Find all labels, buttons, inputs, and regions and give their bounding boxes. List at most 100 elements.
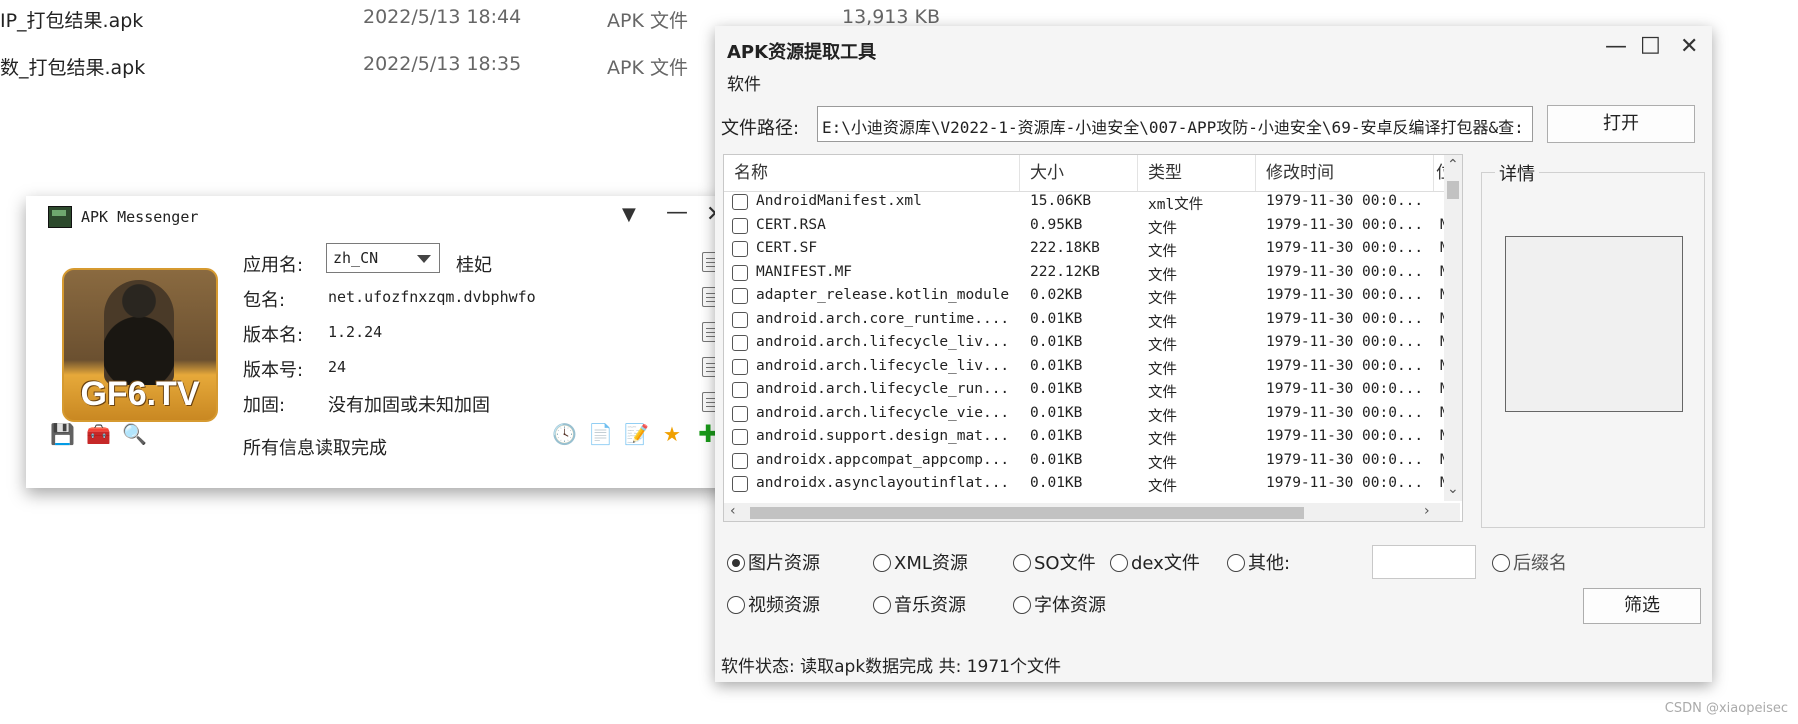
row-checkbox[interactable] (732, 335, 748, 351)
table-row[interactable]: android.arch.lifecycle_liv... 0.01KB 文件 197… (724, 356, 1448, 380)
radio-label: 后缀名 (1513, 553, 1567, 574)
cell-type: 文件 (1148, 385, 1177, 401)
table-row[interactable]: android.arch.lifecycle_vie... 0.01KB 文件 197… (724, 403, 1448, 427)
version-code-value: 24 (328, 358, 347, 376)
cell-modified: 1979-11-30 00:0... (1266, 357, 1424, 374)
radio-dot (727, 596, 745, 614)
vertical-scrollbar[interactable]: ⌃ ⌄ (1444, 155, 1462, 501)
row-checkbox[interactable] (732, 241, 748, 257)
radio-dex-files[interactable]: dex文件 (1110, 549, 1200, 575)
scroll-right-icon[interactable]: › (1424, 503, 1430, 519)
row-checkbox[interactable] (732, 476, 748, 492)
scroll-left-icon[interactable]: ‹ (730, 503, 736, 519)
android-package-icon[interactable]: 📄 (588, 422, 613, 446)
file-path-label: 文件路径: (721, 118, 800, 139)
cell-name: android.arch.core_runtime.... (756, 310, 1010, 327)
row-checkbox[interactable] (732, 264, 748, 281)
column-type[interactable]: 类型 (1138, 155, 1256, 191)
cell-size: 0.01KB (1030, 334, 1083, 350)
cell-modified: 1979-11-30 00:0... (1266, 193, 1424, 209)
row-checkbox[interactable] (732, 382, 748, 398)
row-checkbox[interactable] (732, 405, 748, 422)
clock-icon[interactable]: 🕓 (552, 422, 577, 446)
radio-audio-resources[interactable]: 音乐资源 (873, 591, 966, 617)
window-title: APK Messenger (81, 208, 199, 226)
other-extension-input[interactable] (1372, 545, 1476, 579)
row-checkbox[interactable] (732, 217, 748, 234)
table-row[interactable]: androidx.appcompat_appcomp... 0.01KB 文件 197… (724, 450, 1448, 474)
open-button[interactable]: 打开 (1547, 105, 1695, 143)
minimize-button[interactable]: — (1605, 34, 1627, 59)
scroll-thumb[interactable] (1447, 181, 1459, 199)
cell-type: 文件 (1148, 267, 1177, 284)
table-row[interactable]: android.arch.core_runtime.... 0.01KB 文件 197… (724, 309, 1448, 333)
table-row[interactable]: CERT.RSA0.95KB文件1979-11-30 00:0...MI (724, 215, 1448, 239)
table-row[interactable]: MANIFEST.MF222.12KB文件1979-11-30 00:0...M… (724, 262, 1448, 286)
cell-type: 文件 (1148, 361, 1177, 378)
cell-modified: 1979-11-30 00:0... (1266, 404, 1424, 421)
column-modified[interactable]: 修改时间 (1256, 155, 1434, 191)
app-logo-icon (48, 206, 72, 228)
column-size[interactable]: 大小 (1020, 155, 1138, 191)
table-row[interactable]: android.arch.lifecycle_liv... 0.01KB 文件 197… (724, 332, 1448, 356)
column-name[interactable]: 名称 (724, 155, 1020, 191)
row-checkbox[interactable] (732, 311, 748, 328)
version-name-value: 1.2.24 (328, 323, 383, 341)
filter-button[interactable]: 筛选 (1583, 588, 1701, 624)
table-header: 名称 大小 类型 修改时间 位 (724, 155, 1460, 192)
scroll-thumb[interactable] (750, 507, 1304, 519)
radio-label: 音乐资源 (894, 595, 966, 616)
minimize-button[interactable]: — (666, 200, 688, 225)
radio-dot (727, 554, 745, 572)
radio-so-files[interactable]: SO文件 (1013, 549, 1096, 575)
close-button[interactable]: ✕ (1680, 34, 1698, 59)
table-row[interactable]: android.arch.lifecycle_run... 0.01KB 文件 197… (724, 379, 1448, 403)
row-checkbox[interactable] (732, 288, 748, 304)
table-row[interactable]: CERT.SF222.18KB文件1979-11-30 00:0...MI (724, 238, 1448, 262)
cell-name: android.support.design_mat... (756, 428, 1010, 444)
row-checkbox[interactable] (732, 358, 748, 375)
radio-other[interactable]: 其他: (1227, 549, 1290, 575)
radio-label: dex文件 (1131, 553, 1200, 574)
cell-type: 文件 (1148, 338, 1177, 354)
row-checkbox[interactable] (732, 452, 748, 469)
row-checkbox[interactable] (732, 429, 748, 445)
toolbox-icon[interactable]: 🧰 (86, 422, 111, 446)
file-date: 2022/5/13 18:35 (363, 53, 522, 75)
dropdown-menu-icon[interactable]: ▼ (622, 204, 636, 225)
cell-type: 文件 (1148, 408, 1177, 425)
watermark: CSDN @xiaopeisec (1664, 701, 1788, 716)
menu-software[interactable]: 软件 (727, 70, 761, 95)
file-path-input[interactable]: E:\小迪资源库\V2022-1-资源库-小迪安全\007-APP攻防-小迪安全… (817, 106, 1533, 142)
row-checkbox[interactable] (732, 194, 748, 210)
horizontal-scrollbar[interactable]: ‹ › (724, 503, 1460, 521)
radio-image-resources[interactable]: 图片资源 (727, 549, 820, 575)
radio-font-resources[interactable]: 字体资源 (1013, 591, 1106, 617)
save-icon[interactable]: 💾 (50, 422, 75, 446)
search-icon[interactable]: 🔍 (122, 422, 147, 446)
radio-label: 其他: (1248, 553, 1291, 574)
cell-size: 0.01KB (1030, 357, 1083, 374)
cell-size: 0.01KB (1030, 310, 1083, 327)
edit-icon[interactable]: 📝 (624, 422, 649, 446)
radio-video-resources[interactable]: 视频资源 (727, 591, 820, 617)
star-icon[interactable]: ★ (660, 422, 684, 446)
maximize-button[interactable]: □ (1640, 32, 1661, 57)
radio-suffix[interactable]: 后缀名 (1492, 549, 1567, 575)
radio-dot (873, 554, 891, 572)
cell-size: 0.95KB (1030, 216, 1083, 233)
radio-dot (1013, 596, 1031, 614)
table-row[interactable]: android.support.design_mat... 0.01KB 文件 197… (724, 426, 1448, 450)
cell-size: 0.01KB (1030, 451, 1083, 468)
apk-messenger-window: APK Messenger ▼ — ✕ GF6.TV 应用名: zh_CN 桂妃… (26, 196, 746, 488)
cell-size: 15.06KB (1030, 193, 1092, 209)
language-select[interactable]: zh_CN (326, 243, 440, 273)
file-size: 13,913 KB (842, 6, 941, 28)
table-row[interactable]: androidx.asynclayoutinflat... 0.01KB 文件 197… (724, 473, 1448, 497)
table-row[interactable]: adapter_release.kotlin_module 0.02KB 文件 197… (724, 285, 1448, 309)
radio-xml-resources[interactable]: XML资源 (873, 549, 968, 575)
cell-name: adapter_release.kotlin_module (756, 287, 1010, 303)
table-row[interactable]: AndroidManifest.xml 15.06KB xml文件 1979-11-3… (724, 191, 1446, 215)
scroll-down-icon[interactable]: ⌄ (1447, 481, 1459, 497)
scroll-up-icon[interactable]: ⌃ (1447, 157, 1459, 173)
